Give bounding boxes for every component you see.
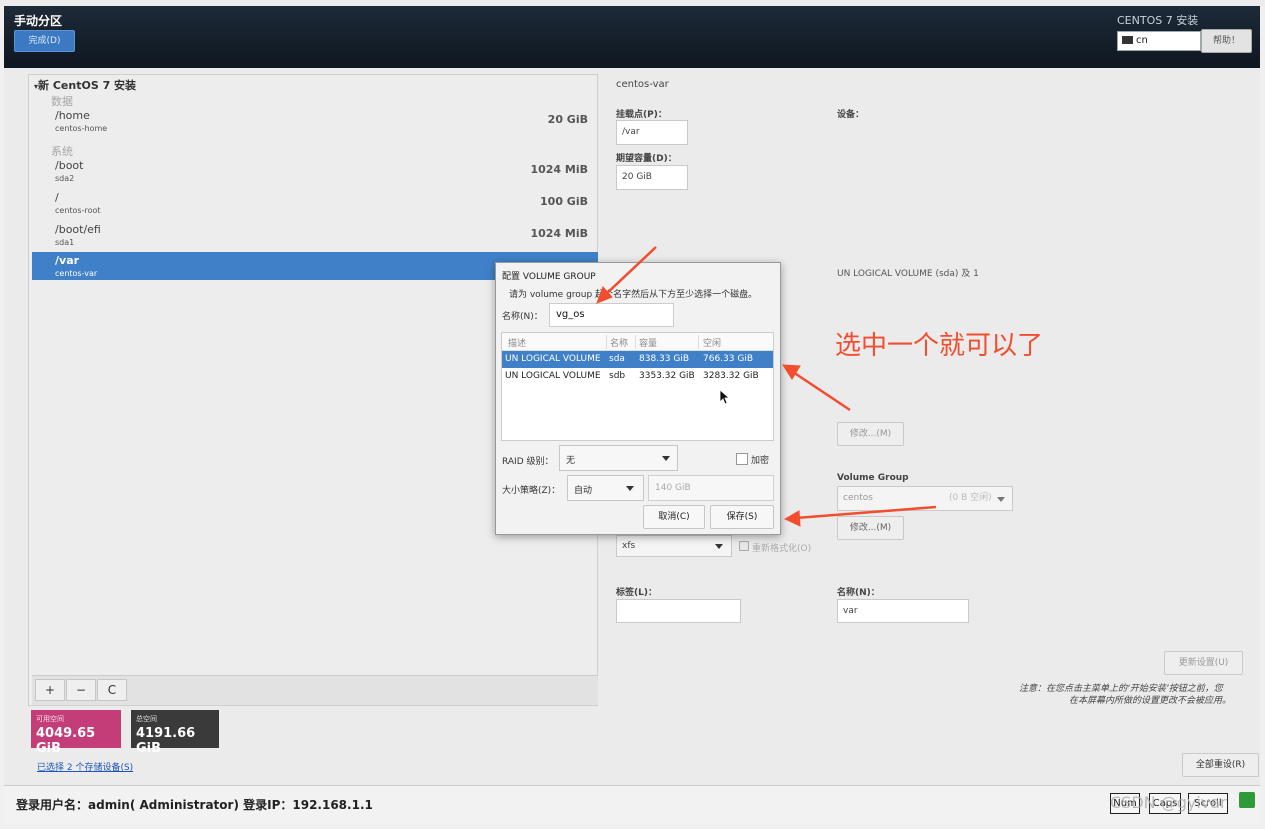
annotation-text: 选中一个就可以了 [835,331,1044,361]
login-info: 登录用户名：admin( Administrator) 登录IP：192.168… [16,798,373,812]
connection-status-icon [1239,792,1255,808]
annotation-arrow-to-save [795,505,937,520]
annotation-arrowhead [783,510,801,527]
annotation-arrow-to-name [603,246,657,297]
annotation-arrow-to-row [792,370,851,412]
annotation-arrows [596,246,937,527]
watermark: CSDN @gyivar [1110,793,1227,812]
annotation-arrowhead [782,364,801,380]
